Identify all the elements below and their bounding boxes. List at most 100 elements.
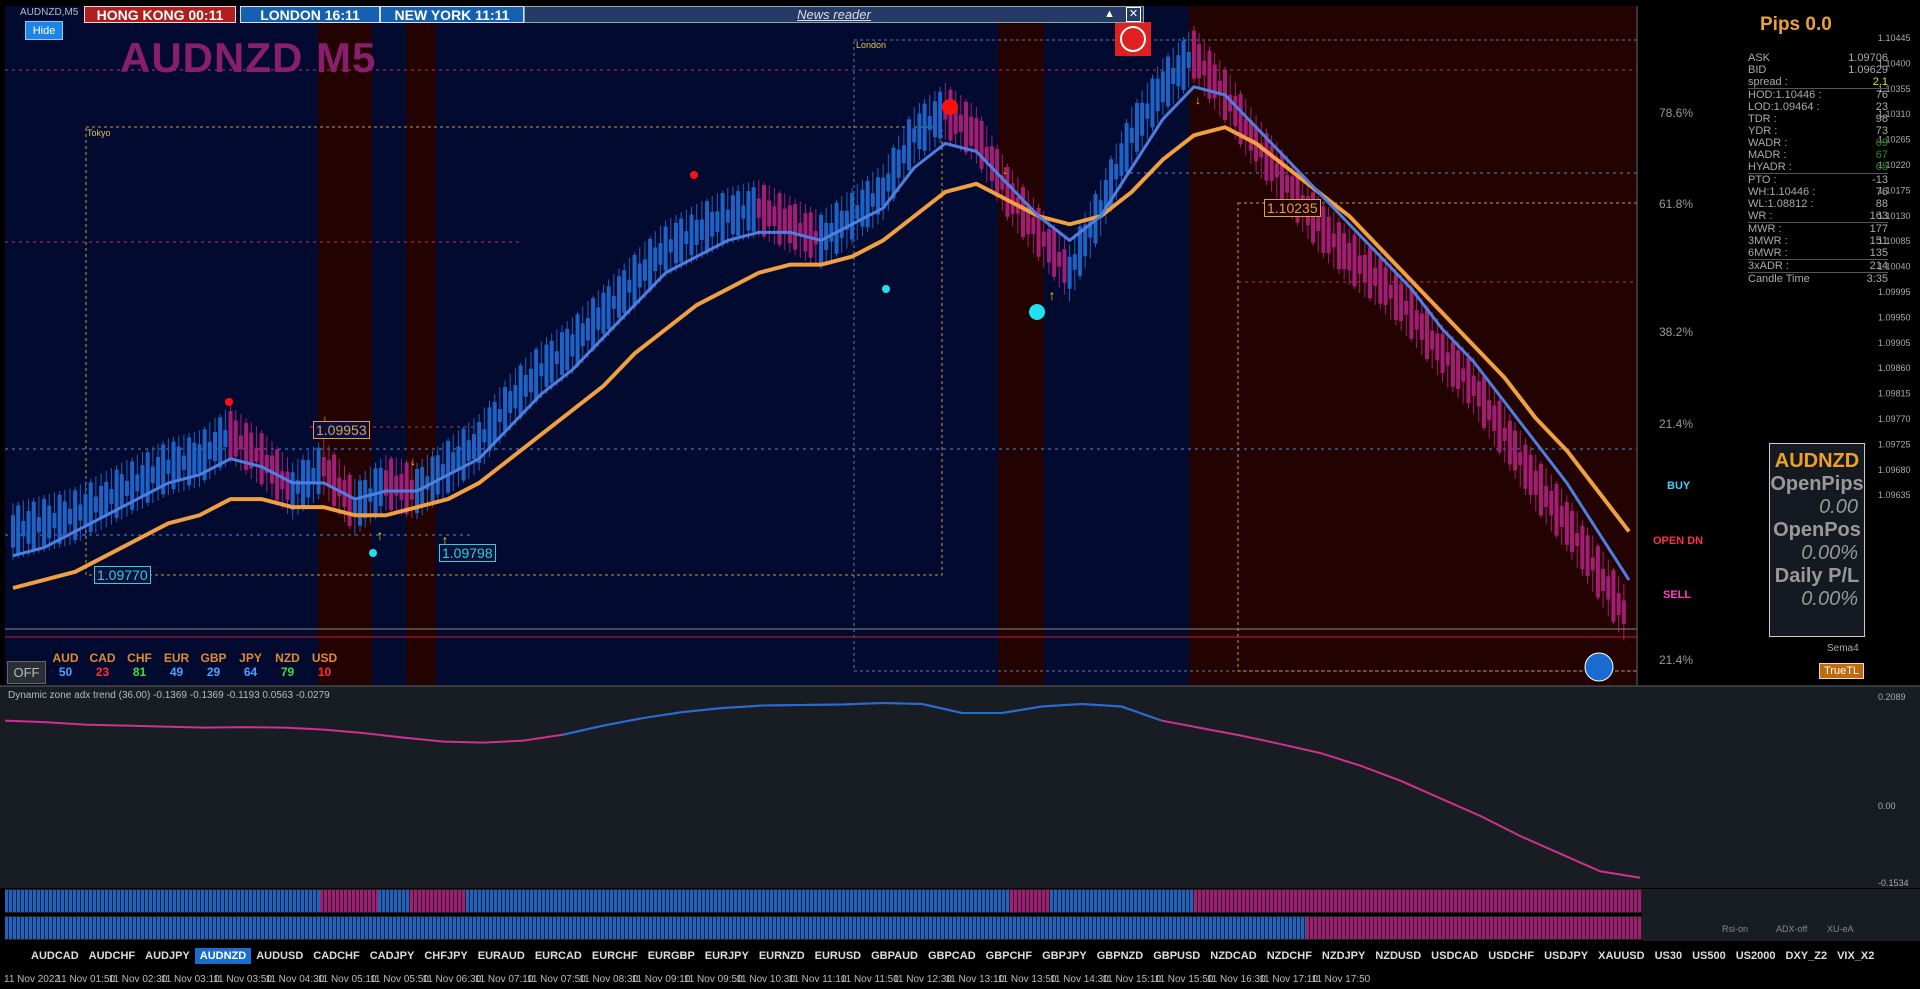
- trend-hist-bar: [1042, 890, 1045, 912]
- symbol-tab[interactable]: US500: [1687, 948, 1731, 964]
- truetl-button[interactable]: TrueTL: [1819, 663, 1865, 679]
- trend-hist-bar: [1494, 890, 1497, 912]
- candle-body: [932, 101, 937, 138]
- trend-hist-bar: [364, 890, 367, 912]
- candle-body: [482, 429, 487, 443]
- symbol-tab[interactable]: GBPCAD: [923, 948, 981, 964]
- symbol-tab[interactable]: GBPUSD: [1148, 948, 1205, 964]
- candle-body: [736, 191, 741, 236]
- symbol-tab[interactable]: EURAUD: [473, 948, 530, 964]
- currency-name: USD: [311, 651, 338, 665]
- symbol-tab[interactable]: USDCAD: [1426, 948, 1483, 964]
- trend-hist-bar: [390, 890, 393, 912]
- trend-hist-bar: [320, 890, 323, 912]
- adx-label[interactable]: ADX-off: [1776, 924, 1807, 934]
- symbol-tab[interactable]: NZDCHF: [1262, 948, 1317, 964]
- trend-hist-bar: [1430, 917, 1433, 939]
- trend-hist-bar: [321, 917, 324, 939]
- trend-hist-bar: [133, 917, 136, 939]
- candle-body: [580, 323, 585, 347]
- candle-body: [1316, 217, 1321, 232]
- candle-body: [1564, 501, 1569, 545]
- currency-name: GBP: [200, 651, 227, 665]
- candle-body: [1466, 357, 1471, 404]
- symbol-tab[interactable]: EURGBP: [643, 948, 700, 964]
- trend-hist-bar: [1054, 890, 1057, 912]
- trend-hist-bar: [469, 917, 472, 939]
- trend-hist-bar: [458, 890, 461, 912]
- symbol-tab[interactable]: AUDCAD: [26, 948, 84, 964]
- symbol-tab[interactable]: AUDNZD: [194, 948, 252, 964]
- trend-hist-bar: [1426, 917, 1429, 939]
- candle-body: [969, 116, 974, 146]
- buy-label[interactable]: BUY: [1667, 480, 1690, 492]
- trend-hist-bar: [758, 890, 761, 912]
- symbol-tab[interactable]: EURUSD: [810, 948, 866, 964]
- symbol-tab[interactable]: VIX_X2: [1832, 948, 1879, 964]
- trend-hist-bar: [113, 917, 116, 939]
- trend-hist-bar: [1006, 890, 1009, 912]
- symbol-tab[interactable]: NZDUSD: [1370, 948, 1426, 964]
- arrow-down-icon: ↓: [1195, 93, 1201, 107]
- xu-label[interactable]: XU-eA: [1827, 924, 1854, 934]
- stat-label: WADR :: [1748, 137, 1788, 149]
- symbol-tab[interactable]: GBPAUD: [866, 948, 923, 964]
- trend-hist-bar: [686, 890, 689, 912]
- trend-hist-bar: [530, 890, 533, 912]
- off-button[interactable]: OFF: [7, 661, 46, 684]
- trend-hist-bar: [1506, 917, 1509, 939]
- symbol-tab[interactable]: AUDJPY: [140, 948, 195, 964]
- trend-hist-bar: [385, 917, 388, 939]
- symbol-tab[interactable]: EURCAD: [530, 948, 587, 964]
- trend-hist-bar: [1009, 917, 1012, 939]
- candle-body: [228, 411, 233, 458]
- trend-hist-bar: [1382, 890, 1385, 912]
- symbol-tab[interactable]: EURNZD: [754, 948, 810, 964]
- symbol-tab[interactable]: NZDJPY: [1317, 948, 1370, 964]
- symbol-tab[interactable]: USDCHF: [1483, 948, 1539, 964]
- trend-hist-bar: [777, 917, 780, 939]
- symbol-tab[interactable]: US30: [1650, 948, 1688, 964]
- trend-hist-bar: [825, 917, 828, 939]
- symbol-tab[interactable]: US2000: [1731, 948, 1781, 964]
- symbol-tab[interactable]: NZDCAD: [1205, 948, 1261, 964]
- rsi-label[interactable]: Rsi-on: [1722, 924, 1748, 934]
- stat-row: BID 1.09629: [1748, 64, 1888, 76]
- symbol-tab[interactable]: EURCHF: [587, 948, 643, 964]
- trend-hist-bar: [1114, 890, 1117, 912]
- trend-hist-bar: [621, 917, 624, 939]
- trend-hist-bar: [245, 917, 248, 939]
- trend-hist-bar: [269, 917, 272, 939]
- sell-label[interactable]: SELL: [1663, 589, 1691, 601]
- open-pos-label: OpenPos: [1773, 519, 1861, 541]
- trend-hist-bar: [598, 890, 601, 912]
- symbol-tab[interactable]: AUDUSD: [251, 948, 308, 964]
- trend-hist-bar: [289, 917, 292, 939]
- hide-button[interactable]: Hide: [25, 21, 63, 40]
- trend-hist-bar: [450, 890, 453, 912]
- trend-hist-bar: [742, 890, 745, 912]
- news-reader-label[interactable]: News reader: [797, 7, 871, 22]
- symbol-tab[interactable]: DXY_Z2: [1781, 948, 1833, 964]
- symbol-tab[interactable]: USDJPY: [1539, 948, 1593, 964]
- symbol-tab[interactable]: CHFJPY: [419, 948, 472, 964]
- news-close-icon[interactable]: ✕: [1126, 7, 1141, 22]
- symbol-tab[interactable]: AUDCHF: [84, 948, 140, 964]
- trend-hist-bar: [761, 917, 764, 939]
- symbol-tab[interactable]: CADCHF: [308, 948, 364, 964]
- candle-body: [1021, 187, 1025, 238]
- news-minimize-icon[interactable]: ▲: [1104, 8, 1115, 20]
- symbol-tab[interactable]: CADJPY: [365, 948, 420, 964]
- trend-hist-bar: [1113, 917, 1116, 939]
- trend-hist-bar: [586, 890, 589, 912]
- symbol-tab[interactable]: EURJPY: [700, 948, 754, 964]
- symbol-tab[interactable]: GBPCHF: [981, 948, 1037, 964]
- trend-hist-bar: [593, 917, 596, 939]
- trend-hist-bar: [161, 917, 164, 939]
- symbol-tab[interactable]: GBPNZD: [1092, 948, 1148, 964]
- news-reader-bar[interactable]: News reader: [524, 6, 1144, 23]
- symbol-tab[interactable]: XAUUSD: [1593, 948, 1649, 964]
- stat-value: 2.1: [1872, 76, 1888, 88]
- candle-body: [1046, 229, 1051, 263]
- symbol-tab[interactable]: GBPJPY: [1037, 948, 1092, 964]
